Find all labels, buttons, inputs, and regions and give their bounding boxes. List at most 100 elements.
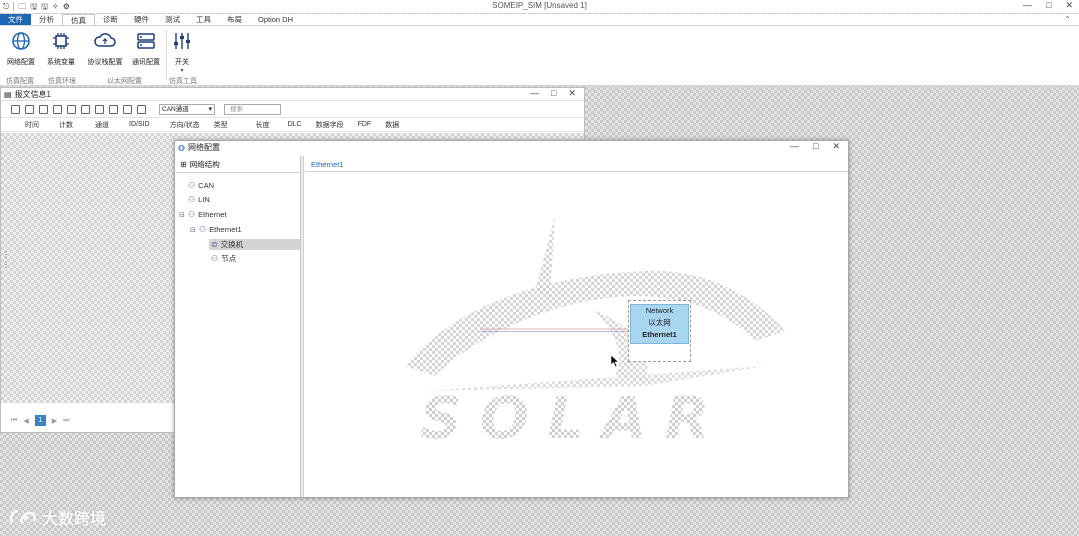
column-header[interactable]: 时间	[25, 120, 39, 130]
column-header[interactable]: 数据	[385, 120, 399, 130]
tab-tools[interactable]: 工具	[188, 14, 219, 25]
toolbar-icon[interactable]	[95, 104, 104, 114]
window-title-bar: ◍ 网络配置	[175, 141, 848, 154]
column-header[interactable]: 通道	[95, 120, 109, 130]
tree-node-label: Ethernet	[198, 210, 227, 219]
tab-diagnostics[interactable]: 诊断	[95, 14, 126, 25]
tab-hardware[interactable]: 硬件	[126, 14, 157, 25]
column-header[interactable]: 方向/状态	[170, 120, 200, 130]
prev-page-icon[interactable]: ◀	[23, 417, 28, 425]
first-page-icon[interactable]: ⏮	[11, 417, 17, 425]
network-node-icon: ⚇	[188, 195, 196, 204]
network-node-icon: ⚇	[199, 225, 207, 234]
sliders-icon	[171, 30, 193, 52]
globe-icon: ◍	[178, 143, 185, 152]
maximize-button[interactable]: □	[1046, 0, 1051, 11]
button-label: 系统变量	[47, 59, 75, 66]
close-button[interactable]: ✕	[832, 141, 840, 152]
tab-layout[interactable]: 布局	[219, 14, 250, 25]
network-node-card[interactable]: Network 以太网 Ethernet1	[630, 304, 689, 344]
toolbar-icon[interactable]	[53, 104, 62, 114]
column-header[interactable]: 长度	[256, 120, 270, 130]
tree-node-ethernet1[interactable]: ⊟ ⚇ Ethernet1	[190, 224, 242, 235]
network-canvas[interactable]: Ethernet1 SOLAR Network 以太网 Ethernet1	[305, 156, 848, 497]
network-config-button[interactable]: 网络配置	[3, 30, 39, 67]
column-header[interactable]: 类型	[214, 120, 228, 130]
panel-splitter[interactable]	[301, 156, 304, 497]
cloud-icon	[94, 30, 116, 52]
window-title-bar: ▤ 报文信息1	[1, 88, 584, 101]
search-input[interactable]: 搜索	[224, 103, 281, 115]
next-page-icon[interactable]: ▶	[52, 417, 57, 425]
pagination: ⏮ ◀ 1 ▶ ⏭	[11, 415, 69, 426]
maximize-button[interactable]: □	[813, 141, 818, 152]
network-tree-panel: ⊞ 网络结构 ⚇ CAN ⚇ LIN ⊟ ⚇ Ethernet ⊟ ⚇ Ethe…	[176, 156, 301, 497]
switch-button[interactable]: 开关 ▾	[164, 30, 200, 74]
window-title: 报文信息1	[14, 89, 52, 99]
toolbar-icon[interactable]	[123, 104, 132, 114]
window-controls: — □ ✕	[790, 141, 840, 152]
tree-node-label: 节点	[221, 254, 237, 263]
tree-node-node[interactable]: ⚇ 节点	[211, 253, 236, 264]
group-label: 以太网配置	[107, 78, 142, 85]
tree-node-lin[interactable]: ⚇ LIN	[188, 194, 210, 205]
close-button[interactable]: ✕	[568, 88, 576, 99]
network-config-window: ◍ 网络配置 — □ ✕ ⊞ 网络结构 ⚇ CAN ⚇ LIN ⊟ ⚇ Ethe…	[174, 140, 849, 498]
tab-option[interactable]: Option DH	[250, 14, 301, 25]
minimize-button[interactable]: —	[1023, 0, 1032, 11]
minimize-button[interactable]: —	[530, 88, 539, 99]
dropdown-arrow-icon[interactable]: ▾	[164, 67, 200, 74]
page-number-current[interactable]: 1	[34, 415, 46, 426]
tree-node-can[interactable]: ⚇ CAN	[188, 180, 214, 191]
node-type-label: Network	[645, 306, 674, 315]
protocol-stack-button[interactable]: 协议栈配置	[87, 30, 123, 67]
button-label: 开关	[175, 59, 189, 66]
toolbar-icon[interactable]	[25, 104, 34, 114]
system-variables-button[interactable]: 系统变量	[43, 30, 79, 67]
column-header[interactable]: DLC	[288, 121, 302, 128]
minimize-button[interactable]: —	[790, 141, 799, 152]
toolbar-icon[interactable]	[137, 104, 146, 114]
side-handle[interactable]: ⋮ ⋮	[2, 250, 10, 270]
toolbar-icon[interactable]	[11, 104, 20, 114]
column-header[interactable]: FDF	[358, 121, 372, 128]
column-header[interactable]: ID/SID	[129, 121, 150, 128]
column-header[interactable]: 数据字段	[316, 120, 344, 130]
network-node-icon: ⚇	[188, 181, 196, 190]
toolbar-icon[interactable]	[109, 104, 118, 114]
tab-test[interactable]: 测试	[157, 14, 188, 25]
collapse-toggle-icon[interactable]: ⊟	[190, 226, 196, 234]
button-label: 协议栈配置	[87, 59, 123, 66]
tree-node-ethernet[interactable]: ⊟ ⚇ Ethernet	[179, 209, 227, 220]
last-page-icon[interactable]: ⏭	[63, 417, 69, 425]
network-node-box[interactable]: Network 以太网 Ethernet1	[628, 300, 691, 362]
server-icon	[135, 30, 157, 52]
network-structure-icon: ⊞	[180, 159, 187, 169]
maximize-button[interactable]: □	[551, 88, 556, 99]
tree-node-label: 交换机	[220, 240, 244, 249]
column-header[interactable]: 计数	[59, 120, 73, 130]
toolbar-icon[interactable]	[39, 104, 48, 114]
switch-icon: ⊜	[211, 240, 218, 249]
group-label: 仿真工具	[169, 78, 197, 85]
title-bar: ⎋ 🗀 🖫 🖫 ✧ ⚙ SOMEIP_SIM [Unsaved 1] — □ ✕	[0, 0, 1079, 13]
group-label: 仿真环境	[48, 78, 76, 85]
watermark-logo-icon	[10, 509, 36, 524]
toolbar-icon[interactable]	[81, 104, 90, 114]
tab-simulation[interactable]: 仿真	[62, 14, 95, 25]
close-button[interactable]: ✕	[1065, 0, 1073, 11]
tree-node-switch[interactable]: ⊜ 交换机	[209, 239, 300, 250]
collapse-ribbon-icon[interactable]: ⌃	[1064, 15, 1071, 24]
tab-file[interactable]: 文件	[0, 14, 31, 25]
toolbar-icon[interactable]	[67, 104, 76, 114]
message-table-header: 时间 计数 通道 ID/SID 方向/状态 类型 长度 DLC 数据字段 FDF…	[1, 118, 584, 132]
tree-node-label: CAN	[198, 181, 215, 190]
collapse-toggle-icon[interactable]: ⊟	[179, 211, 185, 219]
ribbon: 网络配置 系统变量 协议栈配置 通讯配置 开关 ▾ 仿真配置 仿真环境 以太网配…	[0, 26, 1079, 86]
channel-select[interactable]: CAN通道	[159, 103, 215, 115]
canvas-tab-ethernet1[interactable]: Ethernet1	[311, 160, 344, 169]
watermark-text: SOLAR	[420, 384, 728, 446]
comm-config-button[interactable]: 通讯配置	[128, 30, 164, 67]
mouse-cursor-icon	[610, 354, 620, 368]
tab-analysis[interactable]: 分析	[31, 14, 62, 25]
